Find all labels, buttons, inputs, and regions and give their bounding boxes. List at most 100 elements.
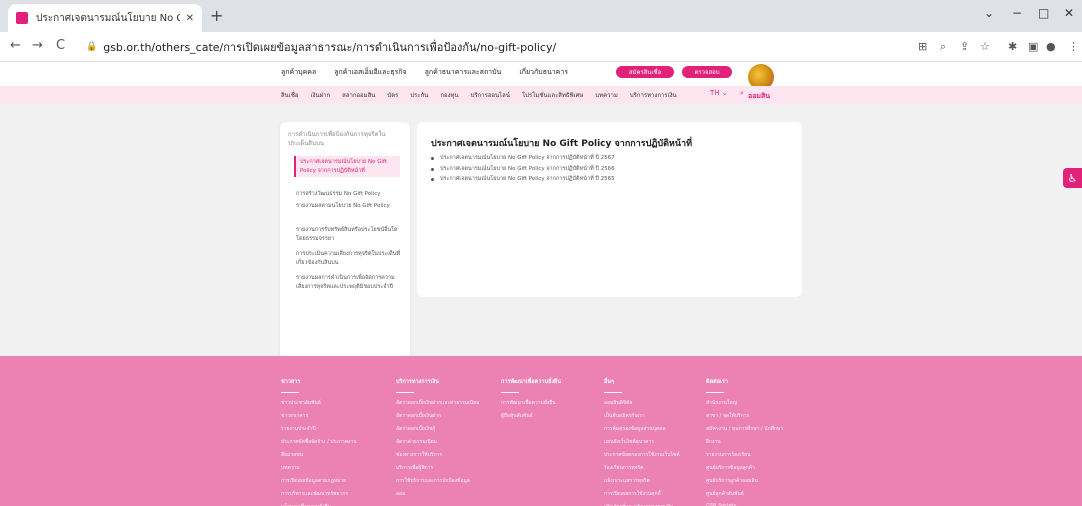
new-tab-button[interactable]: + — [210, 6, 223, 25]
reload-button[interactable]: C — [56, 38, 65, 53]
list-item[interactable]: ประกาศเจตนารมณ์นโยบาย No Gift Policy จาก… — [431, 176, 615, 183]
footer-link[interactable]: รายงานการร้องเรียน — [706, 451, 816, 459]
footer-link[interactable]: แผนผังเว็บไซต์ธนาคาร — [604, 438, 714, 446]
subnav-item-deposit[interactable]: เงินฝาก — [311, 90, 331, 100]
footer-link[interactable]: เป็นพันธมิตรกับเรา — [604, 412, 714, 420]
footer-link[interactable]: อัตราดอกเบี้ยเงินฝาก — [396, 412, 506, 420]
list-item[interactable]: ประกาศเจตนารมณ์นโยบาย No Gift Policy จาก… — [431, 155, 615, 162]
subnav-item-articles[interactable]: บทความ — [595, 90, 617, 100]
profile-avatar-icon[interactable]: ● — [1046, 40, 1056, 53]
apply-loan-button[interactable]: สมัครสินเชื่อ — [616, 66, 674, 78]
list-item[interactable]: ประกาศเจตนารมณ์นโยบาย No Gift Policy จาก… — [431, 166, 615, 173]
url-text: gsb.or.th/others_cate/การเปิดเผยข้อมูลสา… — [103, 41, 557, 54]
zoom-icon[interactable]: ⌕ — [940, 40, 946, 54]
back-button[interactable]: ← — [10, 38, 21, 53]
translate-icon[interactable]: ⊞ — [918, 40, 927, 53]
side-panel-icon[interactable]: ▣ — [1028, 40, 1038, 53]
sidebar-item-no-gift-announcement[interactable]: ประกาศเจตนารมณ์นโยบาย No Gift Policy จาก… — [294, 156, 400, 178]
subnav-item-promotion[interactable]: โปรโมชั่นและสิทธิพิเศษ — [522, 90, 583, 100]
tab-search-chevron-icon[interactable]: ⌄ — [984, 6, 994, 20]
footer-link[interactable]: ฝึกงาน — [706, 438, 816, 446]
tab-close-icon[interactable]: ✕ — [186, 13, 194, 24]
subnav-item-financial[interactable]: บริการทางการเงิน — [630, 90, 677, 100]
footer-link[interactable]: ศูนย์ลูกค้าสัมพันธ์ — [706, 490, 816, 498]
subnav-item-insurance[interactable]: ประกัน — [410, 90, 428, 100]
sidebar-item-report[interactable]: รายงานผลตามนโยบาย No Gift Policy — [296, 202, 402, 211]
sidebar-item-risk-assessment[interactable]: การประเมินความเสี่ยงการทุจริตในประเด็นที… — [296, 250, 402, 267]
main-content-card: ประกาศเจตนารมณ์นโยบาย No Gift Policy จาก… — [417, 122, 802, 297]
bullet-icon — [431, 167, 434, 171]
footer-divider — [706, 392, 724, 393]
sidebar-item-gift-receipt[interactable]: รายงานการรับทรัพย์สินหรือประโยชน์อื่นใดโ… — [296, 226, 402, 243]
subnav-item-card[interactable]: บัตร — [387, 90, 398, 100]
footer-link[interactable]: อัตราดอกเบี้ยเงินกู้ — [396, 425, 506, 433]
footer-link[interactable]: สำนักงานใหญ่ — [706, 399, 816, 407]
check-button[interactable]: ตรวจสอบ — [682, 66, 732, 78]
footer-link[interactable]: บริการเพื่อผู้พิการ — [396, 464, 506, 472]
footer-link[interactable]: สมัครงาน / ทุนการศึกษา / นักศึกษา — [706, 425, 816, 433]
footer-divider — [281, 392, 299, 393]
extensions-icon[interactable]: ✱ — [1008, 40, 1017, 53]
forward-button[interactable]: → — [32, 38, 43, 53]
topnav-item-institution[interactable]: ลูกค้าธนาคารและสถาบัน — [425, 67, 502, 78]
footer-link[interactable]: ข่าวธนาคาร — [281, 412, 391, 420]
footer-link[interactable]: ออมสินดิจิทัล — [604, 399, 714, 407]
document-list: ประกาศเจตนารมณ์นโยบาย No Gift Policy จาก… — [431, 155, 615, 188]
subnav-item-loan[interactable]: สินเชื่อ — [281, 90, 299, 100]
document-link[interactable]: ประกาศเจตนารมณ์นโยบาย No Gift Policy จาก… — [440, 166, 615, 173]
footer-link[interactable]: ร้องเรียนการทุจริต — [604, 464, 714, 472]
url-field[interactable]: 🔒 gsb.or.th/others_cate/การเปิดเผยข้อมูล… — [78, 36, 978, 58]
menu-kebab-icon[interactable]: ⋮ — [1068, 40, 1079, 53]
footer-column-heading: การพัฒนาเพื่อความยั่งยืน — [501, 379, 561, 385]
search-icon[interactable]: ⌕ — [740, 89, 744, 98]
footer-link[interactable]: การคุ้มครองข้อมูลส่วนบุคคล — [604, 425, 714, 433]
close-window-button[interactable]: ✕ — [1064, 6, 1074, 20]
footer-link[interactable]: ประกาศข้อตกลงการใช้งานเว็บไซต์ — [604, 451, 714, 459]
footer-divider — [501, 392, 519, 393]
footer-link[interactable]: การบริหารและพัฒนาทรัพยากร — [281, 490, 391, 498]
footer-column-heading: ข่าวสาร — [281, 379, 301, 385]
footer-link[interactable]: อัตราค่าธรรมเนียม — [396, 438, 506, 446]
maximize-button[interactable]: □ — [1038, 6, 1049, 20]
footer-column-heading: อื่นๆ — [604, 379, 615, 385]
footer-link[interactable]: การใช้บริการและการปกป้องข้อมูล — [396, 477, 506, 485]
footer-link[interactable]: ประกาศจัดซื้อจัดจ้าง / ประกาศงาน — [281, 438, 391, 446]
sidebar-item-culture[interactable]: การสร้างวัฒนธรรม No Gift Policy — [296, 190, 402, 199]
footer-link[interactable]: สาขา / จุดให้บริการ — [706, 412, 816, 420]
footer-column-heading: ติดต่อเรา — [706, 379, 728, 385]
footer-link[interactable]: ศูนย์บริการข้อมูลลูกค้า — [706, 464, 816, 472]
footer-column: บริการทางการเงิน อัตราดอกเบี้ยเงินฝากและค… — [396, 378, 506, 503]
footer-link[interactable]: ช่องทางการให้บริการ — [396, 451, 506, 459]
footer-link[interactable]: บทความ — [281, 464, 391, 472]
subnav-item-fund[interactable]: กองทุน — [440, 90, 458, 100]
language-selector[interactable]: TH ⌄ — [710, 89, 728, 97]
footer-link[interactable]: รายงานประจำปี — [281, 425, 391, 433]
footer-link[interactable]: การเปิดเผยการใช้งานคุกกี้ — [604, 490, 714, 498]
minimize-button[interactable]: − — [1012, 6, 1022, 20]
topnav-item-sme[interactable]: ลูกค้าเอสเอ็มอีและธุรกิจ — [334, 67, 406, 78]
footer-divider — [396, 392, 414, 393]
footer-link[interactable]: ผู้ถือหุ้นสัมพันธ์ — [501, 412, 611, 420]
footer-link[interactable]: ข่าวประชาสัมพันธ์ — [281, 399, 391, 407]
bookmark-star-icon[interactable]: ☆ — [980, 40, 990, 53]
sidebar-item-risk-report[interactable]: รายงานผลการดำเนินการเพื่อจัดการความเสี่ย… — [296, 274, 402, 291]
tab-title: ประกาศเจตนารมณ์นโยบาย No Gift P — [36, 12, 180, 24]
footer-link[interactable]: แจ้งเบาะแสการทุจริต — [604, 477, 714, 485]
footer-link[interactable]: การพัฒนาเพื่อความยั่งยืน — [501, 399, 611, 407]
browser-tab[interactable]: ประกาศเจตนารมณ์นโยบาย No Gift P ✕ — [8, 4, 202, 32]
footer-link[interactable]: อัตราดอกเบี้ยเงินฝากและค่าธรรมเนียม — [396, 399, 506, 407]
footer-link[interactable]: สื่อมวลชน — [281, 451, 391, 459]
document-link[interactable]: ประกาศเจตนารมณ์นโยบาย No Gift Policy จาก… — [440, 155, 615, 162]
top-navigation: ลูกค้าบุคคล ลูกค้าเอสเอ็มอีและธุรกิจ ลูก… — [281, 67, 568, 78]
accessibility-icon[interactable]: ♿ — [1063, 168, 1082, 188]
share-icon[interactable]: ⇪ — [960, 40, 969, 53]
subnav-item-online[interactable]: บริการออนไลน์ — [471, 90, 510, 100]
footer-link[interactable]: การเปิดเผยข้อมูลตามกฎหมาย — [281, 477, 391, 485]
footer-link[interactable]: ศูนย์บริการลูกค้าออมสิน — [706, 477, 816, 485]
topnav-item-personal[interactable]: ลูกค้าบุคคล — [281, 67, 316, 78]
footer-link[interactable]: ออม — [396, 490, 506, 498]
document-link[interactable]: ประกาศเจตนารมณ์นโยบาย No Gift Policy จาก… — [440, 176, 615, 183]
footer-column: ติดต่อเราสำนักงานใหญ่สาขา / จุดให้บริการ… — [706, 378, 816, 506]
topnav-item-about[interactable]: เกี่ยวกับธนาคาร — [519, 67, 568, 78]
subnav-item-lottery[interactable]: สลากออมสิน — [342, 90, 375, 100]
